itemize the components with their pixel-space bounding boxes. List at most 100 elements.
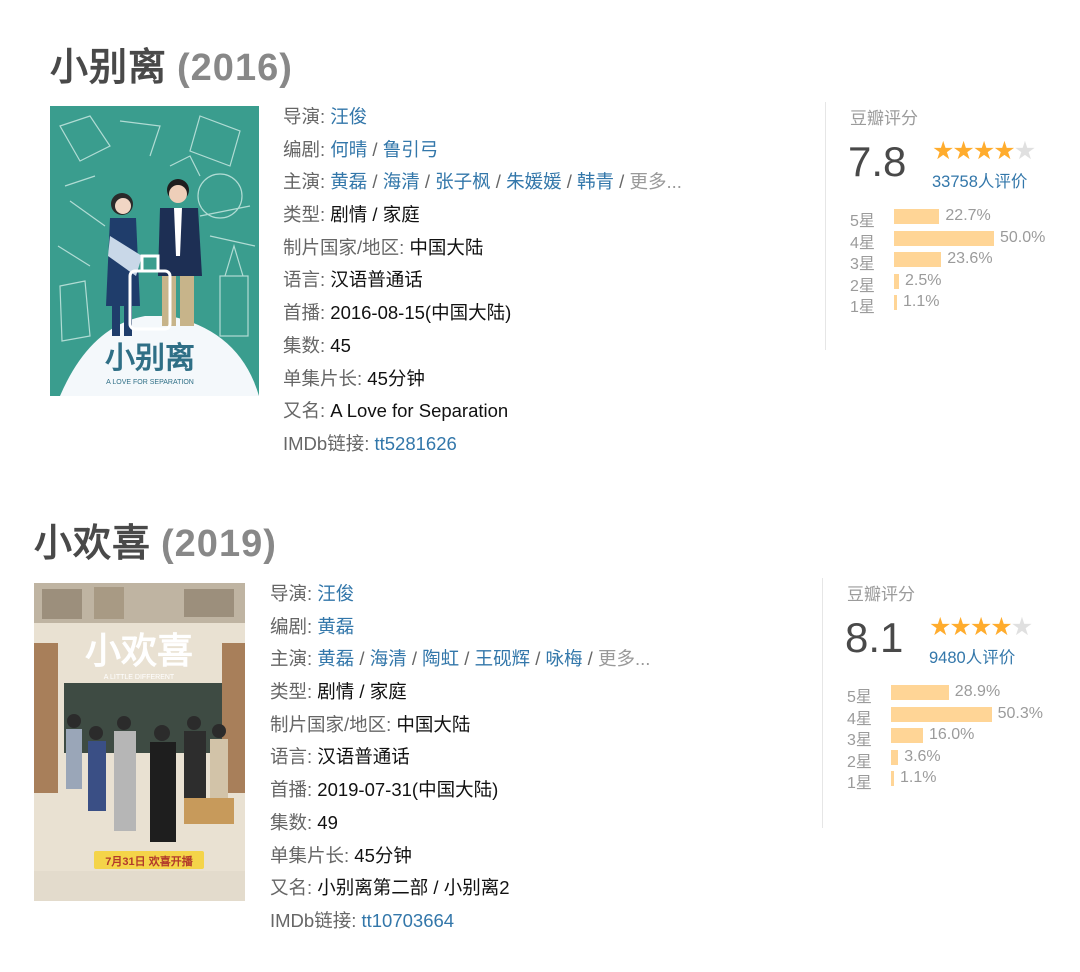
writer-link[interactable]: 何晴 xyxy=(330,139,367,160)
premiere-value: 2016-08-15(中国大陆) xyxy=(330,302,512,324)
cast-link[interactable]: 咏梅 xyxy=(546,648,583,669)
language-row: 语言: 汉语普通话 xyxy=(270,741,650,774)
star-rating: ★★★★★ xyxy=(929,612,1033,642)
star-empty-icon: ★ xyxy=(1013,137,1036,165)
cast-label: 主演: xyxy=(283,171,326,193)
imdb-row: IMDb链接: tt10703664 xyxy=(270,905,650,938)
distribution-bar xyxy=(894,273,899,289)
distribution-percent: 50.0% xyxy=(1000,228,1046,246)
episodes-label: 集数: xyxy=(270,811,313,833)
distribution-bar xyxy=(894,252,942,268)
cast-link[interactable]: 张子枫 xyxy=(435,171,491,192)
cast-link[interactable]: 海清 xyxy=(383,171,420,192)
movie-entry-1: 小别离 (2016) 小别离 A LOVE FOR SEPARATION 导演:… xyxy=(0,0,1080,480)
info-panel: 导演: 汪俊 编剧: 黄磊 主演: 黄磊 / 海清 / 陶虹 / 王砚辉 / 咏… xyxy=(270,578,650,938)
cast-link[interactable]: 王砚辉 xyxy=(475,648,531,669)
language-value: 汉语普通话 xyxy=(317,746,410,768)
language-row: 语言: 汉语普通话 xyxy=(283,264,682,297)
star-filled-icon: ★ xyxy=(952,137,974,165)
director-link[interactable]: 汪俊 xyxy=(317,583,354,604)
genre-value: 剧情 / 家庭 xyxy=(317,681,407,703)
cast-link[interactable]: 陶虹 xyxy=(422,648,459,669)
aka-value: A Love for Separation xyxy=(330,400,509,422)
movie-entry-2: 小欢喜 (2019) 小欢喜 A LITTLE DIFFERENT 7月31日 欢… xyxy=(0,476,1080,972)
genre-value: 剧情 / 家庭 xyxy=(330,204,420,226)
premiere-label: 首播: xyxy=(283,302,326,324)
rating-label: 豆瓣评分 xyxy=(847,585,915,604)
imdb-link[interactable]: tt10703664 xyxy=(361,910,454,931)
cast-label: 主演: xyxy=(270,648,313,670)
title-text: 小欢喜 xyxy=(34,523,152,565)
writer-link[interactable]: 黄磊 xyxy=(317,616,354,637)
distribution-bar xyxy=(894,230,994,246)
title-text: 小别离 xyxy=(50,47,168,89)
writer-label: 编剧: xyxy=(270,615,313,637)
imdb-link[interactable]: tt5281626 xyxy=(374,433,456,454)
genre-label: 类型: xyxy=(283,204,326,226)
votes-link[interactable]: 33758人评价 xyxy=(932,168,1027,192)
star-filled-icon: ★ xyxy=(949,613,971,641)
cast-link[interactable]: 黄磊 xyxy=(317,648,354,669)
distribution-bar xyxy=(891,728,923,744)
runtime-label: 单集片长: xyxy=(283,367,363,389)
info-panel: 导演: 汪俊 编剧: 何晴 / 鲁引弓 主演: 黄磊 / 海清 / 张子枫 / … xyxy=(283,101,682,461)
poster-image[interactable]: 小别离 A LOVE FOR SEPARATION xyxy=(50,106,259,396)
star-filled-icon: ★ xyxy=(993,137,1015,165)
country-row: 制片国家/地区: 中国大陆 xyxy=(270,709,650,742)
premiere-value: 2019-07-31(中国大陆) xyxy=(317,779,499,801)
distribution-percent: 16.0% xyxy=(929,726,975,744)
title-year: (2019) xyxy=(161,523,277,565)
director-row: 导演: 汪俊 xyxy=(270,578,650,611)
director-label: 导演: xyxy=(283,106,326,127)
aka-row: 又名: A Love for Separation xyxy=(283,395,682,428)
aka-label: 又名: xyxy=(283,400,326,422)
country-value: 中国大陆 xyxy=(409,236,484,258)
language-label: 语言: xyxy=(270,746,313,768)
aka-label: 又名: xyxy=(270,877,313,899)
star-empty-icon: ★ xyxy=(1010,613,1033,641)
writer-link[interactable]: 鲁引弓 xyxy=(383,139,439,160)
rating-score: 7.8 xyxy=(848,138,907,185)
imdb-row: IMDb链接: tt5281626 xyxy=(283,428,682,461)
runtime-row: 单集片长: 45分钟 xyxy=(270,840,650,873)
star-filled-icon: ★ xyxy=(969,613,992,641)
poster-image[interactable]: 小欢喜 A LITTLE DIFFERENT 7月31日 欢喜开播 xyxy=(34,583,245,901)
runtime-value: 45分钟 xyxy=(367,367,425,389)
runtime-row: 单集片长: 45分钟 xyxy=(283,363,682,396)
cast-row: 主演: 黄磊 / 海清 / 陶虹 / 王砚辉 / 咏梅 / 更多... xyxy=(270,648,651,670)
rating-label: 豆瓣评分 xyxy=(850,109,918,128)
director-link[interactable]: 汪俊 xyxy=(330,106,367,127)
cast-link[interactable]: 海清 xyxy=(370,648,407,669)
distribution-percent: 50.3% xyxy=(997,704,1043,722)
cast-link[interactable]: 韩青 xyxy=(577,171,614,192)
episodes-value: 45 xyxy=(330,334,351,356)
runtime-value: 45分钟 xyxy=(354,844,412,866)
premiere-label: 首播: xyxy=(270,779,313,801)
distribution-label: 2星 xyxy=(847,753,872,771)
distribution-label: 4星 xyxy=(847,710,872,728)
distribution-percent: 28.9% xyxy=(954,683,1001,700)
distribution-percent: 23.6% xyxy=(947,250,993,268)
distribution-bar xyxy=(891,749,899,765)
director-label: 导演: xyxy=(270,583,313,604)
votes-link[interactable]: 9480人评价 xyxy=(929,644,1015,668)
distribution-bar xyxy=(891,685,949,700)
distribution-label: 3星 xyxy=(850,256,875,274)
distribution-label: 3星 xyxy=(847,732,872,750)
star-filled-icon: ★ xyxy=(929,613,951,641)
distribution-label: 1星 xyxy=(850,299,875,317)
distribution-percent: 2.5% xyxy=(905,271,942,289)
star-filled-icon: ★ xyxy=(972,137,995,165)
star-rating: ★★★★★ xyxy=(932,136,1036,166)
movie-title: 小别离 (2016) xyxy=(50,36,293,91)
distribution-percent: 1.1% xyxy=(900,769,937,787)
cast-more-link[interactable]: 更多... xyxy=(598,648,650,669)
genre-label: 类型: xyxy=(270,681,313,703)
cast-link[interactable]: 朱媛媛 xyxy=(506,171,562,192)
cast-link[interactable]: 黄磊 xyxy=(330,171,367,192)
cast-more-link[interactable]: 更多... xyxy=(629,171,681,192)
distribution-percent: 22.7% xyxy=(945,207,991,224)
genre-row: 类型: 剧情 / 家庭 xyxy=(270,676,650,709)
distribution-bar xyxy=(894,209,940,224)
director-row: 导演: 汪俊 xyxy=(283,101,682,134)
